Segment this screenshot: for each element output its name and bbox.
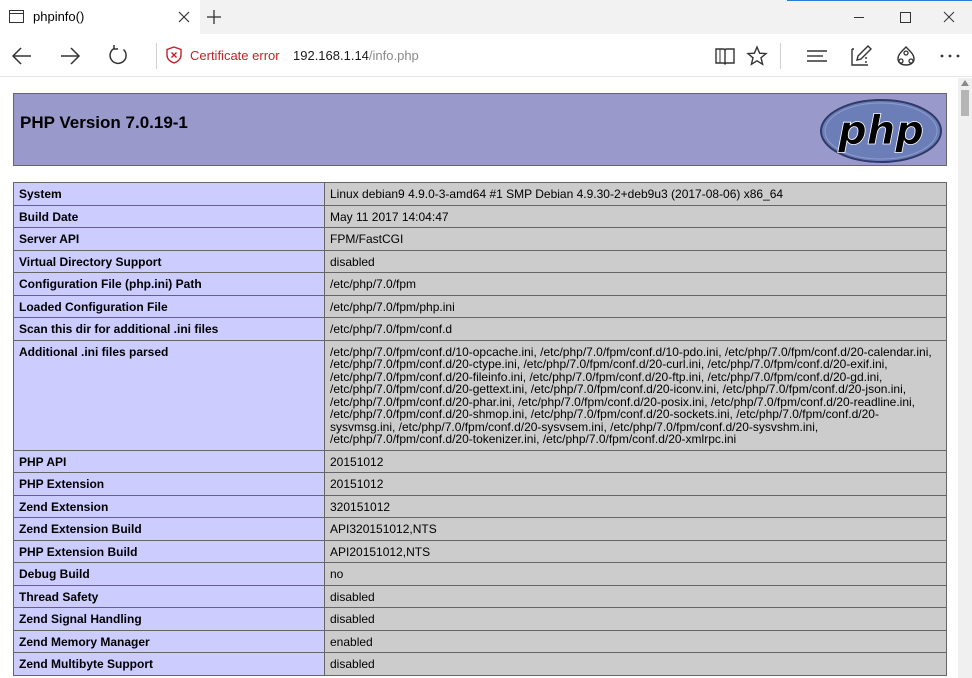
row-value: 320151012 [324,494,947,518]
more-options-icon[interactable] [938,44,962,68]
row-value: /etc/php/7.0/fpm/php.ini [324,294,947,318]
row-value: no [324,562,947,586]
table-row: PHP Extension 20151012 [13,472,947,496]
favorite-star-icon[interactable] [745,44,769,68]
row-key: Debug Build [13,562,325,586]
new-tab-icon[interactable] [205,8,223,26]
table-row: Virtual Directory Support disabled [13,249,947,273]
maximize-icon[interactable] [882,0,928,34]
separator [780,43,781,69]
row-value-line: /etc/php/7.0/fpm/conf.d/20-ctype.ini, /e… [330,357,888,371]
hub-menu-icon[interactable] [805,44,829,68]
row-value: /etc/php/7.0/fpm/conf.d/10-opcache.ini, … [324,339,947,451]
vertical-scrollbar[interactable] [958,78,972,678]
row-value: API20151012,NTS [324,539,947,563]
table-row: PHP API 20151012 [13,449,947,473]
row-key: Scan this dir for additional .ini files [13,317,325,341]
row-key: PHP Extension Build [13,539,325,563]
title-bar: phpinfo() [0,0,972,34]
row-value: /etc/php/7.0/fpm [324,272,947,296]
php-logo: php [820,99,942,163]
php-info-table: System Linux debian9 4.9.0-3-amd64 #1 SMP… [13,182,947,676]
row-value: Linux debian9 4.9.0-3-amd64 #1 SMP Debia… [324,182,947,206]
row-key: Zend Multibyte Support [13,652,325,676]
row-key: Server API [13,227,325,251]
table-row: Debug Build no [13,562,947,586]
url-host: 192.168.1.14 [293,48,369,63]
shield-error-icon[interactable] [166,46,182,64]
php-logo-text: php [837,108,924,154]
row-key: Zend Extension [13,494,325,518]
row-value: enabled [324,629,947,653]
row-key: Additional .ini files parsed [13,339,325,451]
table-row: PHP Extension Build API20151012,NTS [13,539,947,563]
page-viewport: PHP Version 7.0.19-1 php System Linux deb… [0,78,958,678]
navigation-bar: Certificate error 192.168.1.14/info.php [0,34,972,77]
address-input[interactable]: 192.168.1.14/info.php [293,48,419,63]
row-key: Build Date [13,204,325,228]
row-value: disabled [324,652,947,676]
table-row: Zend Extension Build API320151012,NTS [13,517,947,541]
certificate-error-label[interactable]: Certificate error [190,48,280,63]
table-row: Configuration File (php.ini) Path/etc/ph… [13,272,947,296]
page-icon [9,10,24,23]
url-path: /info.php [368,48,419,63]
page-title: PHP Version 7.0.19-1 [20,113,188,132]
browser-tab[interactable]: phpinfo() [0,0,200,34]
close-window-icon[interactable] [926,0,972,34]
table-row: Zend Multibyte Support disabled [13,652,947,676]
row-value: /etc/php/7.0/fpm/conf.d [324,317,947,341]
row-value-line: /etc/php/7.0/fpm/conf.d/20-gettext.ini, … [330,382,907,396]
scroll-up-arrow-icon[interactable] [961,80,969,86]
row-key: System [13,182,325,206]
row-value: disabled [324,584,947,608]
scrollbar-thumb[interactable] [961,90,969,116]
row-value: May 11 2017 14:04:47 [324,204,947,228]
php-header: PHP Version 7.0.19-1 php [13,93,947,166]
row-value: 20151012 [324,449,947,473]
row-key: Thread Safety [13,584,325,608]
table-row: Scan this dir for additional .ini files /… [13,317,947,341]
table-row: Build Date May 11 2017 14:04:47 [13,204,947,228]
row-value: disabled [324,249,947,273]
forward-arrow-icon[interactable] [58,44,82,68]
row-value-line: /etc/php/7.0/fpm/conf.d/20-tokenizer.ini… [330,432,737,446]
close-tab-icon[interactable] [176,9,192,25]
share-icon[interactable] [894,44,918,68]
table-row: System Linux debian9 4.9.0-3-amd64 #1 SMP… [13,182,947,206]
row-key: Zend Memory Manager [13,629,325,653]
row-key: PHP API [13,449,325,473]
table-row: Server API FPM/FastCGI [13,227,947,251]
minimize-icon[interactable] [836,0,882,34]
table-row: Thread Safety disabled [13,584,947,608]
refresh-icon[interactable] [106,44,130,68]
row-key: Loaded Configuration File [13,294,325,318]
row-key: Zend Extension Build [13,517,325,541]
reading-view-icon[interactable] [713,44,737,68]
web-note-icon[interactable] [849,44,873,68]
tab-title: phpinfo() [33,9,85,24]
table-row: Zend Memory Manager enabled [13,629,947,653]
table-row: Zend Signal Handling disabled [13,607,947,631]
table-row: Additional .ini files parsed/etc/php/7.0… [13,339,947,451]
table-row: Zend Extension 320151012 [13,494,947,518]
separator [156,43,157,69]
row-key: Configuration File (php.ini) Path [13,272,325,296]
row-value: disabled [324,607,947,631]
row-value-line: /etc/php/7.0/fpm/conf.d/20-shmop.ini, /e… [330,407,879,421]
row-value: FPM/FastCGI [324,227,947,251]
table-row: Loaded Configuration File/etc/php/7.0/fp… [13,294,947,318]
row-value: API320151012,NTS [324,517,947,541]
row-key: Zend Signal Handling [13,607,325,631]
back-arrow-icon[interactable] [10,44,34,68]
row-key: Virtual Directory Support [13,249,325,273]
row-key: PHP Extension [13,472,325,496]
row-value: 20151012 [324,472,947,496]
